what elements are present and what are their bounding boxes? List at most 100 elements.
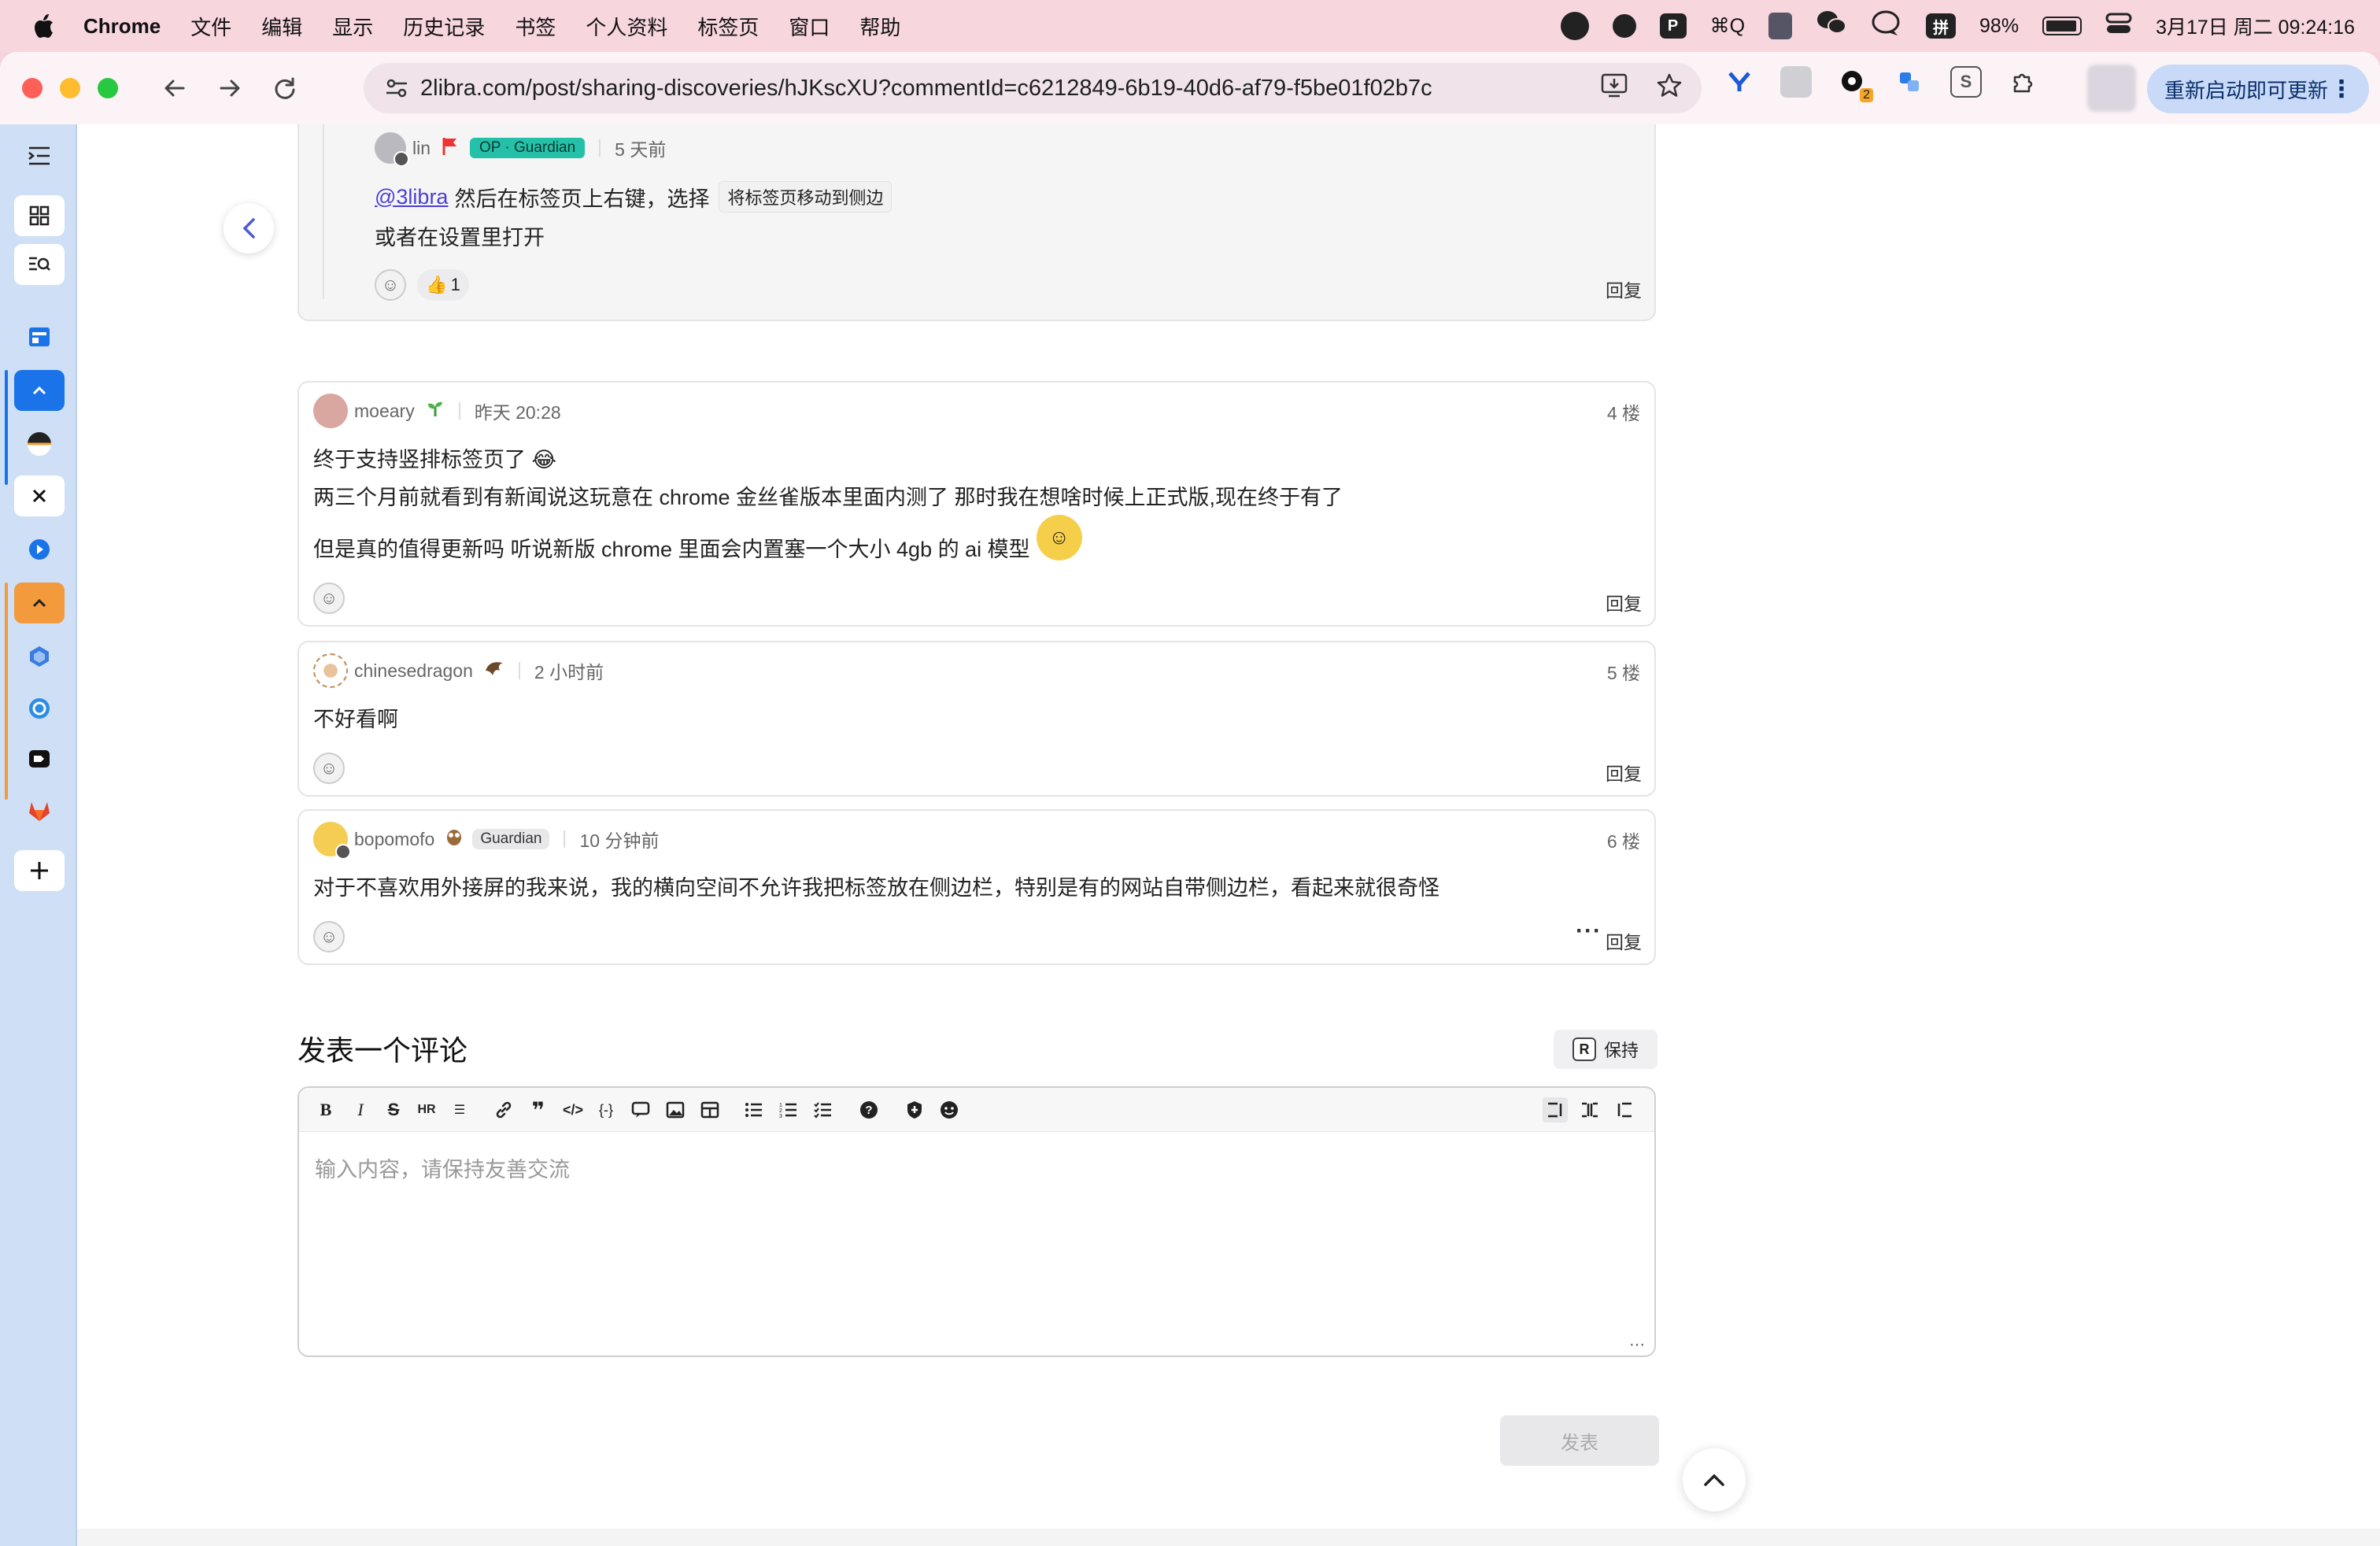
puzzle-icon[interactable]: [2007, 66, 2038, 98]
mention-link[interactable]: @3libra: [375, 185, 448, 209]
reload-icon[interactable]: [266, 69, 304, 107]
app-tray-icon-2[interactable]: [1768, 13, 1793, 39]
avatar[interactable]: [375, 132, 409, 167]
reply-button[interactable]: 回复: [1606, 276, 1642, 302]
edit-mode-icon[interactable]: [1543, 1097, 1568, 1123]
ime-icon[interactable]: 拼: [1926, 13, 1957, 39]
menu-window[interactable]: 窗口: [789, 12, 830, 41]
tab-group-orange-toggle[interactable]: [14, 583, 65, 623]
menu-app-name[interactable]: Chrome: [83, 14, 161, 39]
preview-mode-icon[interactable]: [1612, 1097, 1637, 1123]
install-app-icon[interactable]: [1601, 72, 1628, 104]
resize-handle-icon[interactable]: ···: [1629, 1336, 1645, 1354]
menu-tabs[interactable]: 标签页: [697, 12, 759, 41]
more-menu-icon[interactable]: ⋮: [2330, 76, 2353, 103]
publish-button[interactable]: 发表: [1500, 1415, 1659, 1466]
reply-button[interactable]: 回复: [1606, 759, 1642, 786]
forward-arrow-icon[interactable]: [211, 69, 249, 107]
username[interactable]: chinesedragon: [354, 660, 473, 682]
extension-s-icon[interactable]: S: [1950, 66, 1982, 98]
clock[interactable]: 3月17日 周二 09:24:16: [2156, 12, 2355, 40]
gitlab-icon[interactable]: [14, 790, 65, 831]
more-options-icon[interactable]: ···: [1576, 918, 1602, 945]
comment-input[interactable]: 输入内容，请保持友善交流: [315, 1152, 570, 1183]
menu-edit[interactable]: 编辑: [261, 12, 302, 41]
control-center-icon[interactable]: [2105, 12, 2132, 41]
tab-grid-icon[interactable]: [14, 195, 65, 236]
emoji-icon[interactable]: [937, 1097, 962, 1123]
split-mode-icon[interactable]: [1577, 1097, 1602, 1123]
extension-translate-icon[interactable]: [1894, 66, 1925, 98]
zoom-window-button[interactable]: [98, 78, 118, 98]
avatar[interactable]: [313, 822, 351, 860]
apple-icon[interactable]: [31, 13, 55, 39]
tab-favicon-half[interactable]: [14, 423, 65, 464]
back-chevron-button[interactable]: [224, 203, 274, 253]
table-icon[interactable]: [697, 1097, 722, 1123]
collapse-tabs-icon[interactable]: [14, 135, 65, 176]
new-tab-plus-icon[interactable]: [14, 850, 65, 891]
tab-active-close-icon[interactable]: [14, 475, 65, 516]
bullet-list-icon[interactable]: [741, 1097, 767, 1123]
extension-gray-icon[interactable]: [1780, 66, 1812, 98]
username[interactable]: moeary: [354, 401, 415, 422]
extension-y-icon[interactable]: [1724, 66, 1755, 98]
menu-file[interactable]: 文件: [190, 12, 231, 41]
code-icon[interactable]: </>: [560, 1097, 586, 1123]
tab-favicon-browser[interactable]: [14, 316, 65, 357]
close-window-button[interactable]: [22, 78, 42, 98]
username[interactable]: lin: [412, 138, 431, 159]
menu-help[interactable]: 帮助: [859, 12, 900, 41]
minimize-window-button[interactable]: [60, 78, 80, 98]
image-icon[interactable]: [663, 1097, 688, 1123]
link-icon[interactable]: [491, 1097, 516, 1123]
bold-icon[interactable]: B: [313, 1097, 338, 1123]
tab-favicon-d[interactable]: [14, 738, 65, 779]
tab-search-icon[interactable]: [14, 244, 65, 285]
keep-button[interactable]: R 保持: [1554, 1030, 1658, 1069]
tab-favicon-cube[interactable]: [14, 636, 65, 677]
wechat-icon[interactable]: [1816, 9, 1847, 43]
app-tray-icon[interactable]: [1560, 12, 1589, 40]
username[interactable]: bopomofo: [354, 829, 434, 850]
add-reaction-icon[interactable]: ☺: [313, 583, 345, 614]
tab-group-blue-toggle[interactable]: [14, 370, 65, 411]
task-list-icon[interactable]: [811, 1097, 836, 1123]
reply-button[interactable]: 回复: [1606, 589, 1642, 616]
chat-bubble-icon[interactable]: [1871, 9, 1902, 43]
relaunch-update-button[interactable]: 重新启动即可更新 ⋮: [2147, 65, 2369, 113]
address-bar[interactable]: 2libra.com/post/sharing-discoveries/hJKs…: [364, 63, 1702, 113]
tab-favicon-play[interactable]: [14, 529, 65, 570]
avatar[interactable]: [313, 653, 348, 688]
code-block-icon[interactable]: {-}: [593, 1097, 619, 1123]
p-tray-icon[interactable]: P: [1659, 13, 1687, 39]
horizontal-rule-icon[interactable]: HR: [414, 1097, 439, 1123]
strikethrough-icon[interactable]: S: [381, 1097, 406, 1123]
comment-box-icon[interactable]: [628, 1097, 653, 1123]
extension-chat-icon[interactable]: 2: [1837, 66, 1873, 102]
profile-avatar[interactable]: [2087, 65, 2136, 112]
quote-icon[interactable]: ❞: [526, 1097, 551, 1123]
reply-button[interactable]: 回复: [1606, 927, 1642, 954]
help-icon[interactable]: ?: [856, 1097, 881, 1123]
italic-icon[interactable]: I: [348, 1097, 373, 1123]
tab-favicon-g[interactable]: [14, 688, 65, 729]
shortcut-tray-label[interactable]: ⌘Q: [1710, 14, 1745, 38]
search-tray-icon[interactable]: [1612, 14, 1636, 38]
add-reaction-icon[interactable]: ☺: [313, 921, 345, 952]
menu-bookmarks[interactable]: 书签: [515, 12, 556, 41]
ordered-list-icon[interactable]: 123: [776, 1097, 801, 1123]
menu-view[interactable]: 显示: [332, 12, 373, 41]
add-reaction-icon[interactable]: ☺: [313, 753, 345, 784]
menu-profiles[interactable]: 个人资料: [586, 12, 667, 41]
battery-icon[interactable]: [2042, 17, 2082, 35]
shield-icon[interactable]: [902, 1097, 927, 1123]
add-reaction-icon[interactable]: ☺: [375, 269, 406, 301]
url-text[interactable]: 2libra.com/post/sharing-discoveries/hJKs…: [420, 76, 1432, 102]
heading-icon[interactable]: ☰: [447, 1097, 472, 1123]
menu-history[interactable]: 历史记录: [403, 12, 485, 41]
like-reaction[interactable]: 👍 1: [417, 269, 469, 301]
avatar[interactable]: [313, 394, 348, 428]
scroll-to-top-button[interactable]: [1683, 1448, 1746, 1511]
back-arrow-icon[interactable]: [156, 69, 194, 107]
